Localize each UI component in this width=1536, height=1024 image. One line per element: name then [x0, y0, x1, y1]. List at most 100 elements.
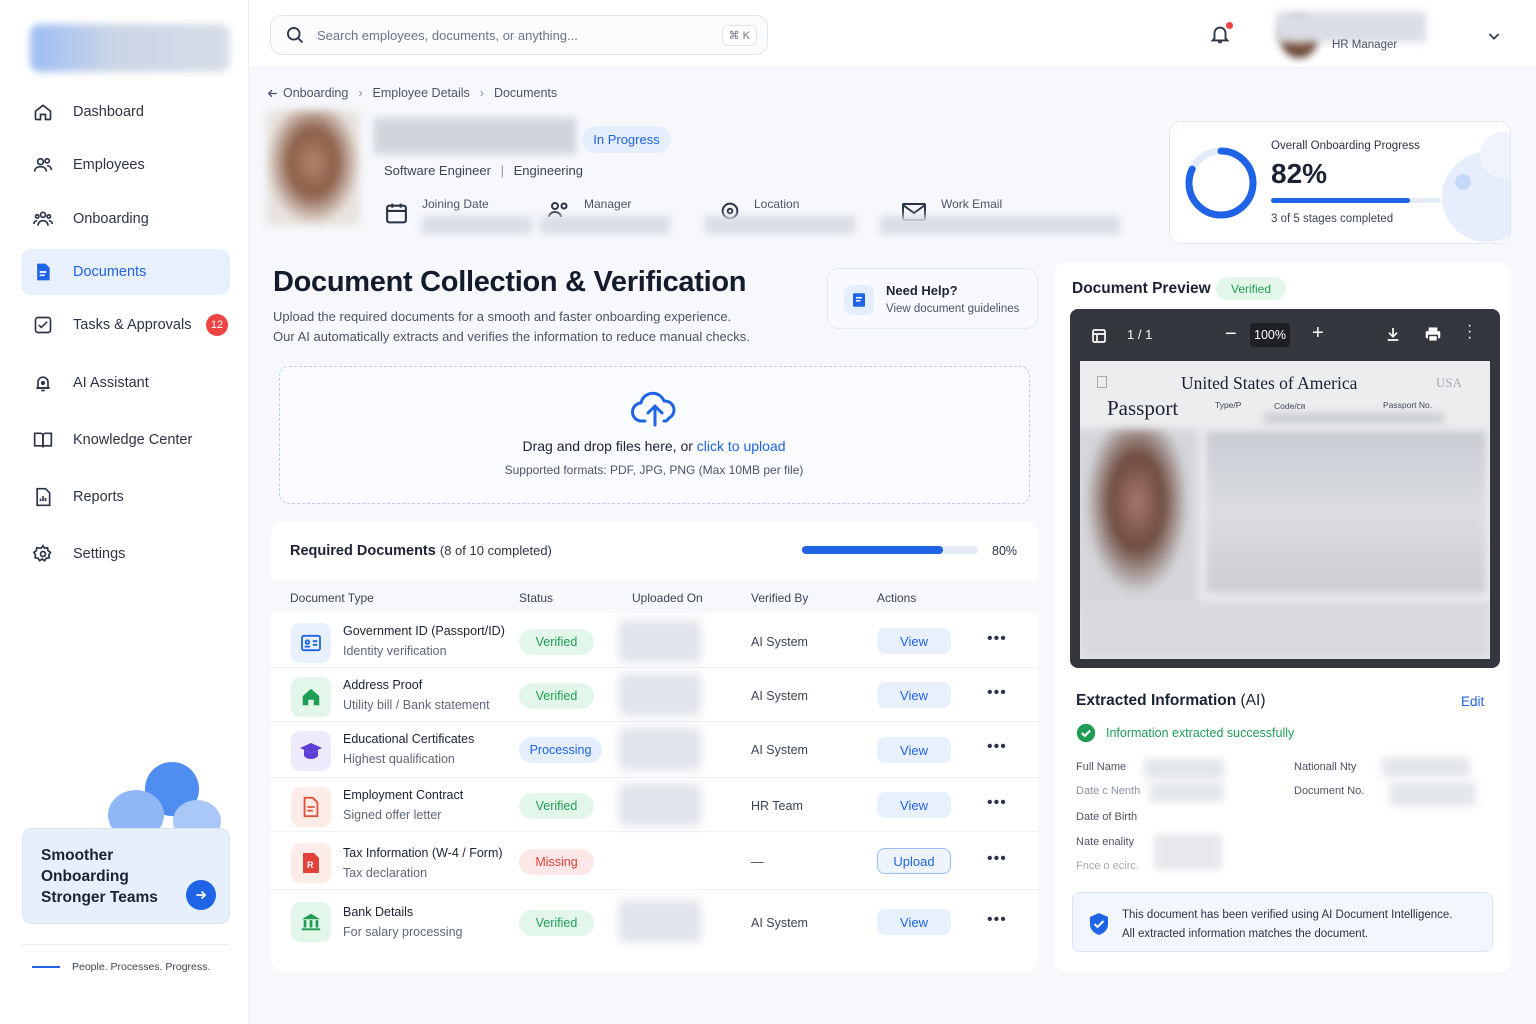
- sidebar-item-tasks[interactable]: Tasks & Approvals 12: [21, 302, 230, 348]
- document-subtitle: For salary processing: [343, 925, 463, 939]
- passport-codes-redacted: [1264, 413, 1444, 423]
- view-button[interactable]: View: [877, 909, 951, 935]
- document-subtitle: Utility bill / Bank statement: [343, 698, 490, 712]
- sidebar-item-dashboard[interactable]: Dashboard: [21, 89, 230, 135]
- view-button[interactable]: View: [877, 737, 951, 763]
- home-icon: [31, 100, 55, 124]
- zoom-in-button[interactable]: +: [1312, 322, 1324, 345]
- status-badge: Processing: [519, 737, 602, 763]
- required-progress-fill: [802, 546, 943, 554]
- breadcrumb-documents[interactable]: Documents: [494, 86, 557, 100]
- verified-by: AI System: [751, 689, 808, 703]
- checkbox-icon: [31, 313, 55, 337]
- search-input[interactable]: Search employees, documents, or anything…: [270, 15, 768, 55]
- click-to-upload-link[interactable]: click to upload: [697, 438, 786, 454]
- more-options-icon[interactable]: •••: [987, 630, 1007, 648]
- upload-dropzone[interactable]: Drag and drop files here, or click to up…: [279, 366, 1030, 504]
- sidebar-item-ai-assistant[interactable]: AI Assistant: [21, 360, 230, 406]
- user-name-redacted: [1276, 12, 1426, 42]
- status-badge: Verified: [519, 793, 594, 819]
- uploaded-on-redacted: [619, 674, 701, 716]
- employee-role: Software Engineer | Engineering: [384, 163, 583, 178]
- help-link[interactable]: View document guidelines: [886, 303, 1019, 315]
- onboarding-progress-card: Overall Onboarding Progress 82% 3 of 5 s…: [1169, 121, 1511, 244]
- zoom-level[interactable]: 100%: [1250, 323, 1290, 347]
- search-shortcut: ⌘ K: [721, 25, 757, 46]
- sidebar-item-settings[interactable]: Settings: [21, 531, 230, 577]
- more-options-icon[interactable]: •••: [987, 794, 1007, 812]
- verified-by: —: [751, 855, 764, 869]
- document-name: Educational Certificates: [343, 732, 475, 746]
- upload-button[interactable]: Upload: [877, 848, 951, 874]
- description-line-1: Upload the required documents for a smoo…: [273, 309, 732, 324]
- status-badge: Verified: [519, 683, 594, 709]
- breadcrumb-onboarding[interactable]: Onboarding: [283, 86, 348, 100]
- notification-button[interactable]: [1209, 22, 1233, 48]
- pdf-viewer: 1 / 1 − 100% + · · · United States of Amer…: [1070, 309, 1500, 668]
- sidebar-divider: [22, 944, 230, 945]
- verified-by: AI System: [751, 916, 808, 930]
- more-options-icon[interactable]: •••: [987, 911, 1007, 929]
- breadcrumb-employee-details[interactable]: Employee Details: [373, 86, 470, 100]
- promo-arrow-button[interactable]: [186, 880, 216, 910]
- upload-instruction: Drag and drop files here, or: [522, 438, 697, 454]
- field-values-redacted: [1154, 834, 1222, 870]
- more-options-icon[interactable]: •••: [987, 684, 1007, 702]
- required-progress-bar: [802, 546, 978, 554]
- required-count: (8 of 10 completed): [439, 543, 552, 558]
- passport-seal-mark: [1097, 376, 1107, 388]
- status-badge: Verified: [519, 629, 594, 655]
- field-values-redacted: [1150, 782, 1224, 802]
- tax-form-icon: R: [291, 843, 331, 883]
- edit-link[interactable]: Edit: [1461, 694, 1484, 709]
- house-icon: [291, 677, 331, 717]
- tasks-count-badge: 12: [206, 314, 228, 336]
- upload-text: Drag and drop files here, or click to up…: [280, 438, 1028, 454]
- preview-title: Document Preview: [1072, 280, 1211, 297]
- breadcrumb: Onboarding › Employee Details › Document…: [266, 86, 557, 100]
- view-button[interactable]: View: [877, 682, 951, 708]
- field-values-redacted: [1144, 759, 1224, 779]
- page-indicator: 1 / 1: [1127, 327, 1153, 342]
- help-card[interactable]: Need Help? View document guidelines: [827, 268, 1038, 329]
- print-icon[interactable]: [1424, 326, 1442, 342]
- progress-label: Overall Onboarding Progress: [1271, 140, 1420, 152]
- sidebar-item-reports[interactable]: Reports: [21, 474, 230, 520]
- zoom-out-button[interactable]: −: [1225, 323, 1237, 346]
- progress-bar: [1271, 198, 1441, 203]
- manager-label: Manager: [584, 197, 632, 211]
- download-icon[interactable]: [1385, 326, 1401, 342]
- sidebar-toggle-icon[interactable]: [1091, 328, 1107, 344]
- sidebar-item-label: AI Assistant: [73, 375, 149, 391]
- verified-by: AI System: [751, 743, 808, 757]
- required-title-row: Required Documents (8 of 10 completed): [290, 543, 552, 559]
- header-document-type: Document Type: [290, 591, 374, 605]
- passport-mrz-redacted: [1080, 601, 1490, 659]
- sidebar-item-knowledge-center[interactable]: Knowledge Center: [21, 417, 230, 463]
- contract-icon: [291, 787, 331, 827]
- more-options-icon[interactable]: •••: [987, 850, 1007, 868]
- employee-department: Engineering: [513, 163, 583, 178]
- document-name: Government ID (Passport/ID): [343, 624, 505, 638]
- sidebar-item-label: Tasks & Approvals: [73, 317, 192, 333]
- sidebar-item-employees[interactable]: Employees: [21, 142, 230, 188]
- required-title: Required Documents: [290, 543, 436, 559]
- sidebar-item-onboarding[interactable]: Onboarding: [21, 196, 230, 242]
- sidebar-item-documents[interactable]: Documents: [21, 249, 230, 295]
- document-subtitle: Identity verification: [343, 644, 447, 658]
- more-options-icon[interactable]: •••: [987, 738, 1007, 756]
- document-icon: [31, 260, 55, 284]
- progress-percent: 82%: [1271, 158, 1328, 189]
- user-role: HR Manager: [1332, 39, 1398, 51]
- calendar-icon: [386, 203, 407, 224]
- view-button[interactable]: View: [877, 628, 951, 654]
- promo-line-1: Smoother: [41, 847, 114, 864]
- sidebar-item-label: Settings: [73, 546, 126, 562]
- view-button[interactable]: View: [877, 792, 951, 818]
- arrow-left-icon[interactable]: [266, 87, 279, 100]
- table-row: Address Proof Utility bill / Bank statem…: [271, 668, 1039, 722]
- kebab-menu-icon[interactable]: · · ·: [1467, 318, 1472, 346]
- user-menu[interactable]: HR Manager: [1276, 12, 1506, 58]
- chevron-down-icon[interactable]: [1486, 28, 1502, 44]
- verified-by: HR Team: [751, 799, 803, 813]
